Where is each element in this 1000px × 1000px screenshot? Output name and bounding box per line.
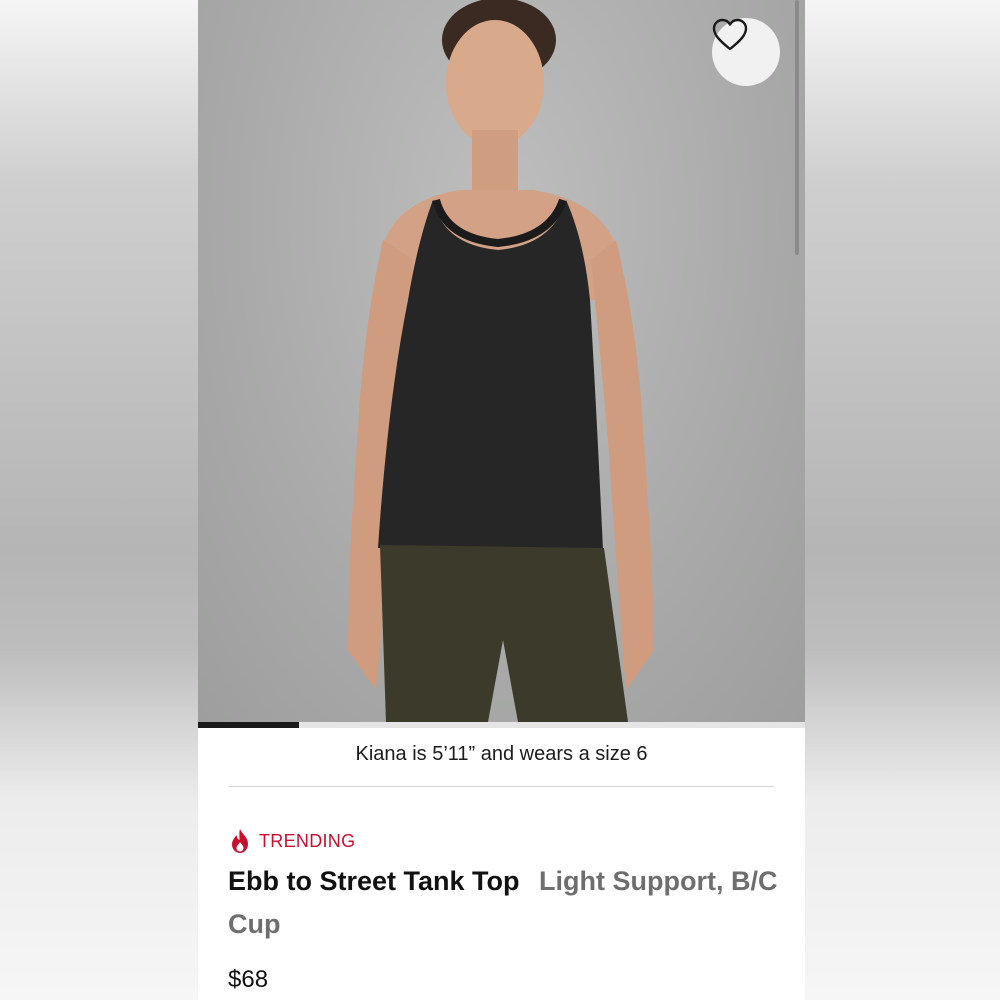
product-name: Ebb to Street Tank Top (228, 866, 520, 896)
product-title-block: Ebb to Street Tank Top Light Support, B/… (228, 860, 788, 946)
scrollbar[interactable] (795, 0, 799, 255)
product-price: $68 (228, 966, 269, 993)
product-image[interactable] (198, 0, 805, 722)
model-size-caption: Kiana is 5’11” and wears a size 6 (355, 743, 648, 765)
gallery-progress-track (198, 722, 805, 728)
favorite-button[interactable] (712, 18, 780, 86)
heart-outline-icon (712, 18, 748, 51)
divider (228, 786, 774, 787)
trending-label: TRENDING (259, 830, 356, 851)
gallery-progress-fill (198, 722, 300, 728)
product-screen: Kiana is 5’11” and wears a size 6 TRENDI… (198, 0, 805, 1000)
trending-badge: TRENDING (230, 828, 355, 854)
model-illustration (348, 0, 654, 722)
flame-icon (232, 829, 248, 853)
background-right-panel (805, 0, 1000, 1000)
background-left-panel (0, 0, 198, 1000)
